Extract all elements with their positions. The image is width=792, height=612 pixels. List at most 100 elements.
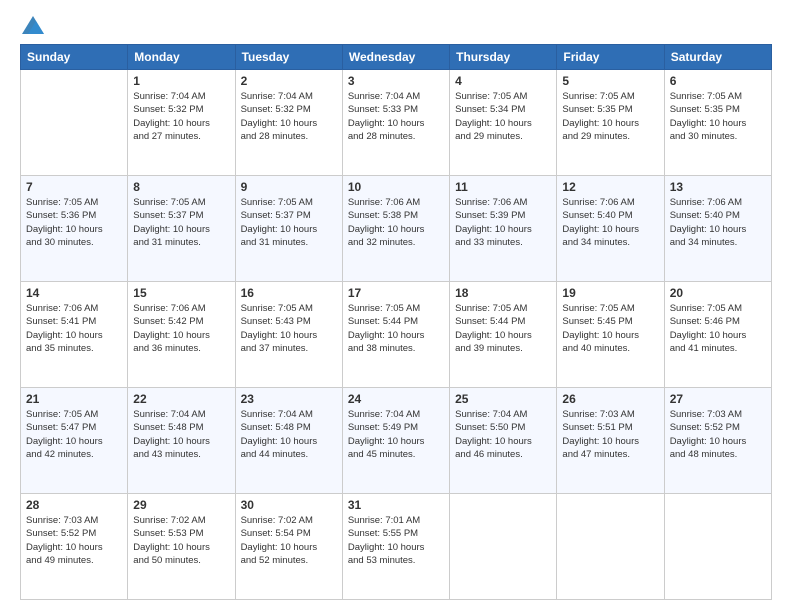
day-detail: Sunrise: 7:05 AM Sunset: 5:36 PM Dayligh… (26, 196, 122, 249)
calendar-cell: 22 Sunrise: 7:04 AM Sunset: 5:48 PM Dayli… (128, 388, 235, 494)
day-detail: Sunrise: 7:04 AM Sunset: 5:48 PM Dayligh… (241, 408, 337, 461)
day-number: 16 (241, 286, 337, 300)
day-number: 10 (348, 180, 444, 194)
day-number: 9 (241, 180, 337, 194)
day-number: 18 (455, 286, 551, 300)
calendar-day-header: Thursday (450, 45, 557, 70)
calendar-cell: 21 Sunrise: 7:05 AM Sunset: 5:47 PM Dayli… (21, 388, 128, 494)
calendar-cell: 6 Sunrise: 7:05 AM Sunset: 5:35 PM Daylig… (664, 70, 771, 176)
calendar-day-header: Monday (128, 45, 235, 70)
calendar-cell: 1 Sunrise: 7:04 AM Sunset: 5:32 PM Daylig… (128, 70, 235, 176)
day-number: 19 (562, 286, 658, 300)
day-detail: Sunrise: 7:04 AM Sunset: 5:33 PM Dayligh… (348, 90, 444, 143)
day-detail: Sunrise: 7:05 AM Sunset: 5:47 PM Dayligh… (26, 408, 122, 461)
day-number: 6 (670, 74, 766, 88)
day-detail: Sunrise: 7:05 AM Sunset: 5:45 PM Dayligh… (562, 302, 658, 355)
day-number: 28 (26, 498, 122, 512)
calendar-week-row: 14 Sunrise: 7:06 AM Sunset: 5:41 PM Dayli… (21, 282, 772, 388)
day-detail: Sunrise: 7:02 AM Sunset: 5:53 PM Dayligh… (133, 514, 229, 567)
day-detail: Sunrise: 7:06 AM Sunset: 5:41 PM Dayligh… (26, 302, 122, 355)
calendar-day-header: Tuesday (235, 45, 342, 70)
calendar-table: SundayMondayTuesdayWednesdayThursdayFrid… (20, 44, 772, 600)
calendar-cell: 29 Sunrise: 7:02 AM Sunset: 5:53 PM Dayli… (128, 494, 235, 600)
day-number: 11 (455, 180, 551, 194)
calendar-cell: 10 Sunrise: 7:06 AM Sunset: 5:38 PM Dayli… (342, 176, 449, 282)
day-detail: Sunrise: 7:05 AM Sunset: 5:43 PM Dayligh… (241, 302, 337, 355)
day-detail: Sunrise: 7:03 AM Sunset: 5:51 PM Dayligh… (562, 408, 658, 461)
calendar-cell: 19 Sunrise: 7:05 AM Sunset: 5:45 PM Dayli… (557, 282, 664, 388)
page: SundayMondayTuesdayWednesdayThursdayFrid… (0, 0, 792, 612)
day-detail: Sunrise: 7:05 AM Sunset: 5:44 PM Dayligh… (455, 302, 551, 355)
calendar-cell (557, 494, 664, 600)
day-detail: Sunrise: 7:05 AM Sunset: 5:44 PM Dayligh… (348, 302, 444, 355)
day-detail: Sunrise: 7:05 AM Sunset: 5:34 PM Dayligh… (455, 90, 551, 143)
day-number: 27 (670, 392, 766, 406)
calendar-cell: 5Sunrise: 7:05 AM Sunset: 5:35 PM Daylig… (557, 70, 664, 176)
calendar-cell (664, 494, 771, 600)
day-number: 14 (26, 286, 122, 300)
day-detail: Sunrise: 7:05 AM Sunset: 5:46 PM Dayligh… (670, 302, 766, 355)
day-detail: Sunrise: 7:06 AM Sunset: 5:38 PM Dayligh… (348, 196, 444, 249)
day-number: 15 (133, 286, 229, 300)
calendar-cell: 13Sunrise: 7:06 AM Sunset: 5:40 PM Dayli… (664, 176, 771, 282)
calendar-cell: 16 Sunrise: 7:05 AM Sunset: 5:43 PM Dayli… (235, 282, 342, 388)
calendar-cell: 27 Sunrise: 7:03 AM Sunset: 5:52 PM Dayli… (664, 388, 771, 494)
calendar-week-row: 1 Sunrise: 7:04 AM Sunset: 5:32 PM Daylig… (21, 70, 772, 176)
day-number: 25 (455, 392, 551, 406)
calendar-cell: 23 Sunrise: 7:04 AM Sunset: 5:48 PM Dayli… (235, 388, 342, 494)
day-detail: Sunrise: 7:04 AM Sunset: 5:50 PM Dayligh… (455, 408, 551, 461)
calendar-cell: 24 Sunrise: 7:04 AM Sunset: 5:49 PM Dayli… (342, 388, 449, 494)
day-number: 3 (348, 74, 444, 88)
day-number: 8 (133, 180, 229, 194)
calendar-cell: 20 Sunrise: 7:05 AM Sunset: 5:46 PM Dayli… (664, 282, 771, 388)
day-detail: Sunrise: 7:06 AM Sunset: 5:39 PM Dayligh… (455, 196, 551, 249)
day-detail: Sunrise: 7:01 AM Sunset: 5:55 PM Dayligh… (348, 514, 444, 567)
day-detail: Sunrise: 7:03 AM Sunset: 5:52 PM Dayligh… (670, 408, 766, 461)
day-number: 30 (241, 498, 337, 512)
day-detail: Sunrise: 7:04 AM Sunset: 5:48 PM Dayligh… (133, 408, 229, 461)
calendar-cell: 3 Sunrise: 7:04 AM Sunset: 5:33 PM Daylig… (342, 70, 449, 176)
day-detail: Sunrise: 7:03 AM Sunset: 5:52 PM Dayligh… (26, 514, 122, 567)
day-number: 7 (26, 180, 122, 194)
day-number: 5 (562, 74, 658, 88)
day-number: 20 (670, 286, 766, 300)
calendar-week-row: 7 Sunrise: 7:05 AM Sunset: 5:36 PM Daylig… (21, 176, 772, 282)
calendar-day-header: Wednesday (342, 45, 449, 70)
calendar-cell: 14 Sunrise: 7:06 AM Sunset: 5:41 PM Dayli… (21, 282, 128, 388)
calendar-day-header: Sunday (21, 45, 128, 70)
calendar-cell: 18 Sunrise: 7:05 AM Sunset: 5:44 PM Dayli… (450, 282, 557, 388)
calendar-cell: 11 Sunrise: 7:06 AM Sunset: 5:39 PM Dayli… (450, 176, 557, 282)
calendar-day-header: Saturday (664, 45, 771, 70)
calendar-cell: 28 Sunrise: 7:03 AM Sunset: 5:52 PM Dayli… (21, 494, 128, 600)
day-number: 24 (348, 392, 444, 406)
day-detail: Sunrise: 7:04 AM Sunset: 5:32 PM Dayligh… (133, 90, 229, 143)
calendar-cell: 31 Sunrise: 7:01 AM Sunset: 5:55 PM Dayli… (342, 494, 449, 600)
day-detail: Sunrise: 7:06 AM Sunset: 5:42 PM Dayligh… (133, 302, 229, 355)
calendar-cell: 4Sunrise: 7:05 AM Sunset: 5:34 PM Daylig… (450, 70, 557, 176)
calendar-week-row: 28 Sunrise: 7:03 AM Sunset: 5:52 PM Dayli… (21, 494, 772, 600)
day-number: 23 (241, 392, 337, 406)
day-detail: Sunrise: 7:04 AM Sunset: 5:32 PM Dayligh… (241, 90, 337, 143)
day-number: 29 (133, 498, 229, 512)
calendar-cell (450, 494, 557, 600)
day-number: 2 (241, 74, 337, 88)
day-number: 1 (133, 74, 229, 88)
calendar-cell: 12Sunrise: 7:06 AM Sunset: 5:40 PM Dayli… (557, 176, 664, 282)
day-number: 22 (133, 392, 229, 406)
calendar-week-row: 21 Sunrise: 7:05 AM Sunset: 5:47 PM Dayli… (21, 388, 772, 494)
day-detail: Sunrise: 7:04 AM Sunset: 5:49 PM Dayligh… (348, 408, 444, 461)
calendar-cell: 15 Sunrise: 7:06 AM Sunset: 5:42 PM Dayli… (128, 282, 235, 388)
day-detail: Sunrise: 7:05 AM Sunset: 5:35 PM Dayligh… (670, 90, 766, 143)
day-detail: Sunrise: 7:06 AM Sunset: 5:40 PM Dayligh… (670, 196, 766, 249)
day-detail: Sunrise: 7:05 AM Sunset: 5:37 PM Dayligh… (133, 196, 229, 249)
calendar-day-header: Friday (557, 45, 664, 70)
day-number: 17 (348, 286, 444, 300)
calendar-cell: 9Sunrise: 7:05 AM Sunset: 5:37 PM Daylig… (235, 176, 342, 282)
day-number: 31 (348, 498, 444, 512)
calendar-header-row: SundayMondayTuesdayWednesdayThursdayFrid… (21, 45, 772, 70)
day-number: 26 (562, 392, 658, 406)
day-number: 21 (26, 392, 122, 406)
day-detail: Sunrise: 7:02 AM Sunset: 5:54 PM Dayligh… (241, 514, 337, 567)
calendar-cell: 7 Sunrise: 7:05 AM Sunset: 5:36 PM Daylig… (21, 176, 128, 282)
logo-icon (22, 16, 44, 34)
